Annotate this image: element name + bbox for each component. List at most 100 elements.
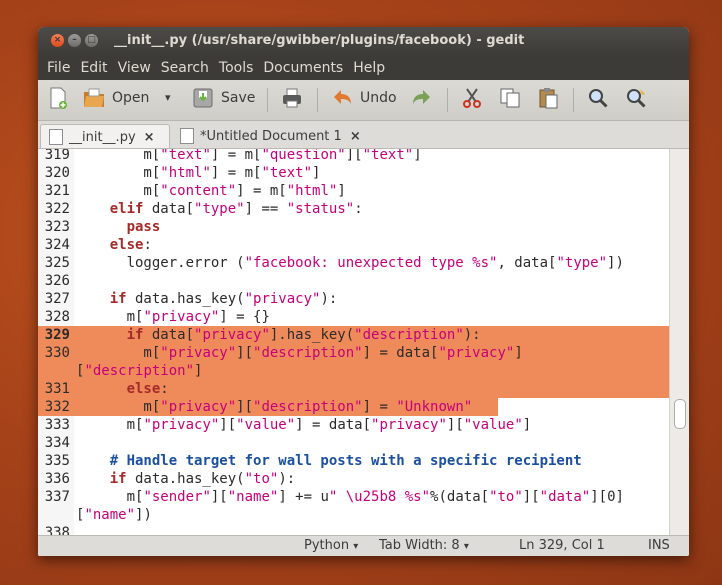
toolbar: Open ▾ Save Undo: [38, 80, 689, 121]
line-text: m["privacy"]["value"] = data["privacy"][…: [76, 417, 532, 433]
line-text: logger.error ("facebook: unexpected type…: [76, 255, 624, 271]
find-button[interactable]: [586, 86, 610, 110]
code-line[interactable]: ["name"]): [38, 506, 670, 524]
open-button[interactable]: Open: [82, 86, 149, 110]
tab-init-py[interactable]: __init__.py ×: [40, 124, 170, 149]
code-line[interactable]: ["description"]: [38, 362, 670, 380]
line-number: 337: [44, 489, 70, 505]
line-text: if data["privacy"].has_key("description"…: [126, 327, 481, 343]
tab-label: *Untitled Document 1: [200, 128, 342, 144]
line-number: 332: [44, 399, 70, 415]
code-line[interactable]: 322 elif data["type"] == "status":: [38, 200, 670, 218]
code-line[interactable]: 325 logger.error ("facebook: unexpected …: [38, 254, 670, 272]
find-icon: [589, 89, 608, 108]
code-line[interactable]: 324 else:: [38, 236, 670, 254]
cut-icon: [463, 88, 481, 108]
new-button[interactable]: [46, 86, 70, 110]
line-text: m["privacy"] = {}: [76, 309, 270, 325]
line-number: 328: [44, 309, 70, 325]
code-line[interactable]: 333 m["privacy"]["value"] = data["privac…: [38, 416, 670, 434]
toolbar-separator: [267, 88, 268, 112]
close-tab-button[interactable]: ×: [144, 130, 155, 145]
code-line[interactable]: 320 m["html"] = m["text"]: [38, 164, 670, 182]
code-line[interactable]: 337 m["sender"]["name"] += u" \u25b8 %s"…: [38, 488, 670, 506]
document-tabs: __init__.py × *Untitled Document 1 ×: [38, 121, 689, 149]
code-line[interactable]: 328 m["privacy"] = {}: [38, 308, 670, 326]
copy-button[interactable]: [498, 86, 522, 110]
menu-search[interactable]: Search: [156, 60, 214, 76]
toolbar-separator: [317, 88, 318, 112]
vertical-scrollbar[interactable]: [669, 149, 689, 537]
line-text: elif data["type"] == "status":: [109, 201, 363, 217]
save-button[interactable]: Save: [191, 86, 255, 110]
line-number: 322: [44, 201, 70, 217]
paste-icon: [539, 88, 558, 109]
line-number: 329: [44, 327, 70, 343]
code-area[interactable]: 319 m["text"] = m["question"]["text"] 320…: [38, 148, 670, 537]
line-number: 319: [44, 148, 70, 163]
line-text: ["description"]: [76, 363, 203, 379]
line-text: if data.has_key("to"):: [109, 471, 296, 487]
line-number: 324: [44, 237, 70, 253]
code-line[interactable]: 332 m["privacy"]["description"] = "Unkno…: [38, 398, 498, 416]
menu-documents[interactable]: Documents: [258, 60, 348, 76]
close-window-button[interactable]: ×: [51, 34, 64, 47]
line-number: 336: [44, 471, 70, 487]
line-number: 325: [44, 255, 70, 271]
code-line[interactable]: 327 if data.has_key("privacy"):: [38, 290, 670, 308]
cursor-position: Ln 329, Col 1: [519, 538, 605, 553]
code-line[interactable]: 329 if data["privacy"].has_key("descript…: [38, 326, 670, 344]
code-line[interactable]: 330 m["privacy"]["description"] = data["…: [38, 344, 670, 362]
window-title: __init__.py (/usr/share/gwibber/plugins/…: [114, 33, 525, 48]
line-text: m["privacy"]["description"] = "Unknown": [76, 399, 473, 415]
menu-file[interactable]: File: [42, 60, 75, 76]
line-text: pass: [126, 219, 161, 235]
menu-view[interactable]: View: [113, 60, 156, 76]
line-number: 335: [44, 453, 70, 469]
menu-edit[interactable]: Edit: [75, 60, 112, 76]
code-line[interactable]: 323 pass: [38, 218, 670, 236]
code-line[interactable]: 334: [38, 434, 670, 452]
line-number: 323: [44, 219, 70, 235]
code-line[interactable]: 331 else:: [38, 380, 670, 398]
line-number: 331: [44, 381, 70, 397]
line-text: # Handle target for wall posts with a sp…: [76, 453, 582, 469]
paste-button[interactable]: [536, 86, 560, 110]
tab-untitled-document[interactable]: *Untitled Document 1 ×: [172, 124, 370, 148]
undo-button[interactable]: Undo: [330, 86, 397, 110]
line-number: 326: [44, 273, 70, 289]
menu-help[interactable]: Help: [348, 60, 390, 76]
minimize-window-button[interactable]: –: [68, 34, 81, 47]
language-selector[interactable]: Python ▾: [304, 538, 358, 553]
menu-bar: File Edit View Search Tools Documents He…: [38, 56, 689, 80]
code-line[interactable]: 336 if data.has_key("to"):: [38, 470, 670, 488]
copy-icon: [500, 88, 520, 108]
title-bar: × – □ __init__.py (/usr/share/gwibber/pl…: [38, 27, 689, 56]
code-line[interactable]: 319 m["text"] = m["question"]["text"]: [38, 148, 670, 164]
code-line[interactable]: 326: [38, 272, 670, 290]
maximize-window-button[interactable]: □: [85, 34, 98, 47]
redo-icon: [413, 90, 430, 104]
save-label: Save: [221, 90, 256, 106]
scrollbar-thumb[interactable]: [674, 399, 686, 429]
open-recent-dropdown[interactable]: ▾: [165, 91, 171, 104]
toolbar-separator: [573, 88, 574, 112]
line-text: else:: [126, 381, 169, 397]
line-number: 320: [44, 165, 70, 181]
print-icon: [283, 88, 301, 108]
text-editor[interactable]: 319 m["text"] = m["question"]["text"] 320…: [38, 148, 689, 537]
print-button[interactable]: [280, 86, 304, 110]
code-line[interactable]: 321 m["content"] = m["html"]: [38, 182, 670, 200]
line-text: m["content"] = m["html"]: [76, 183, 346, 199]
open-label: Open: [112, 90, 150, 106]
close-tab-button[interactable]: ×: [350, 129, 361, 144]
tab-width-selector[interactable]: Tab Width: 8 ▾: [379, 538, 469, 553]
redo-button[interactable]: [410, 86, 434, 110]
document-icon: [49, 129, 63, 145]
line-text: m["html"] = m["text"]: [76, 165, 321, 181]
cut-button[interactable]: [460, 86, 484, 110]
code-line[interactable]: 335 # Handle target for wall posts with …: [38, 452, 670, 470]
line-number: 330: [44, 345, 70, 361]
find-replace-button[interactable]: [624, 86, 648, 110]
menu-tools[interactable]: Tools: [214, 60, 259, 76]
